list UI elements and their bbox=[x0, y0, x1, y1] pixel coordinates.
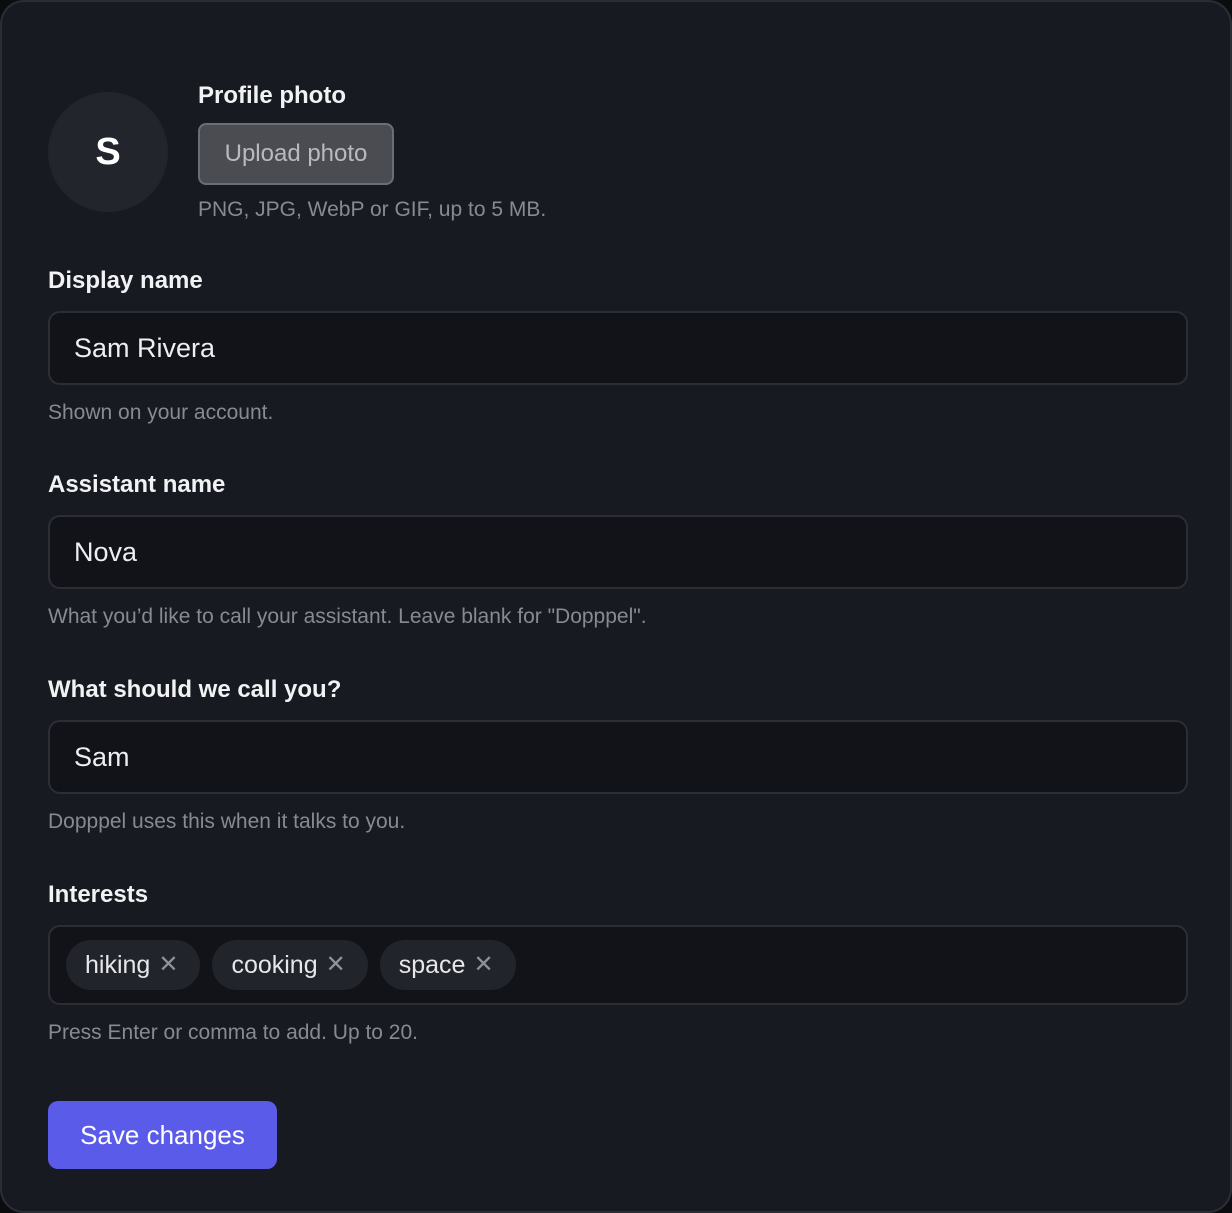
interest-tag-label: cooking bbox=[231, 950, 318, 979]
interests-label: Interests bbox=[48, 881, 149, 908]
remove-tag-icon[interactable]: ✕ bbox=[158, 953, 178, 977]
avatar: S bbox=[48, 92, 168, 212]
interests-input[interactable]: hiking ✕ cooking ✕ space ✕ bbox=[48, 925, 1188, 1005]
interest-tag: hiking ✕ bbox=[66, 940, 201, 990]
display-name-hint: Shown on your account. bbox=[48, 401, 274, 424]
display-name-field: Display name Sam Rivera Shown on your ac… bbox=[48, 267, 1188, 425]
profile-settings-card: S Profile photo Upload photo PNG, JPG, W… bbox=[0, 0, 1232, 1213]
assistant-name-input[interactable]: Nova bbox=[48, 515, 1188, 589]
call-you-label: What should we call you? bbox=[48, 676, 342, 703]
save-changes-button[interactable]: Save changes bbox=[48, 1101, 277, 1169]
interest-tag-label: space bbox=[398, 950, 466, 979]
call-you-field: What should we call you? Sam Dopppel use… bbox=[48, 676, 1188, 834]
call-you-input[interactable]: Sam bbox=[48, 720, 1188, 794]
interests-hint: Press Enter or comma to add. Up to 20. bbox=[48, 1021, 419, 1044]
profile-photo-label: Profile photo bbox=[198, 82, 346, 109]
interest-tag: cooking ✕ bbox=[212, 940, 368, 990]
interest-tag: space ✕ bbox=[379, 940, 516, 990]
display-name-label: Display name bbox=[48, 267, 203, 294]
interests-field: Interests hiking ✕ cooking ✕ space ✕ Pre… bbox=[48, 881, 1188, 1045]
assistant-name-hint: What you’d like to call your assistant. … bbox=[48, 605, 647, 628]
upload-photo-button[interactable]: Upload photo bbox=[198, 123, 394, 185]
assistant-name-label: Assistant name bbox=[48, 471, 226, 498]
display-name-input[interactable]: Sam Rivera bbox=[48, 311, 1188, 385]
profile-photo-section: S Profile photo Upload photo PNG, JPG, W… bbox=[48, 82, 748, 222]
remove-tag-icon[interactable]: ✕ bbox=[326, 953, 346, 977]
remove-tag-icon[interactable]: ✕ bbox=[473, 953, 493, 977]
profile-photo-hint: PNG, JPG, WebP or GIF, up to 5 MB. bbox=[198, 198, 547, 221]
interest-tag-label: hiking bbox=[85, 950, 151, 979]
profile-photo-meta: Profile photo Upload photo PNG, JPG, Web… bbox=[198, 82, 546, 222]
call-you-hint: Dopppel uses this when it talks to you. bbox=[48, 810, 406, 833]
assistant-name-field: Assistant name Nova What you’d like to c… bbox=[48, 471, 1188, 629]
